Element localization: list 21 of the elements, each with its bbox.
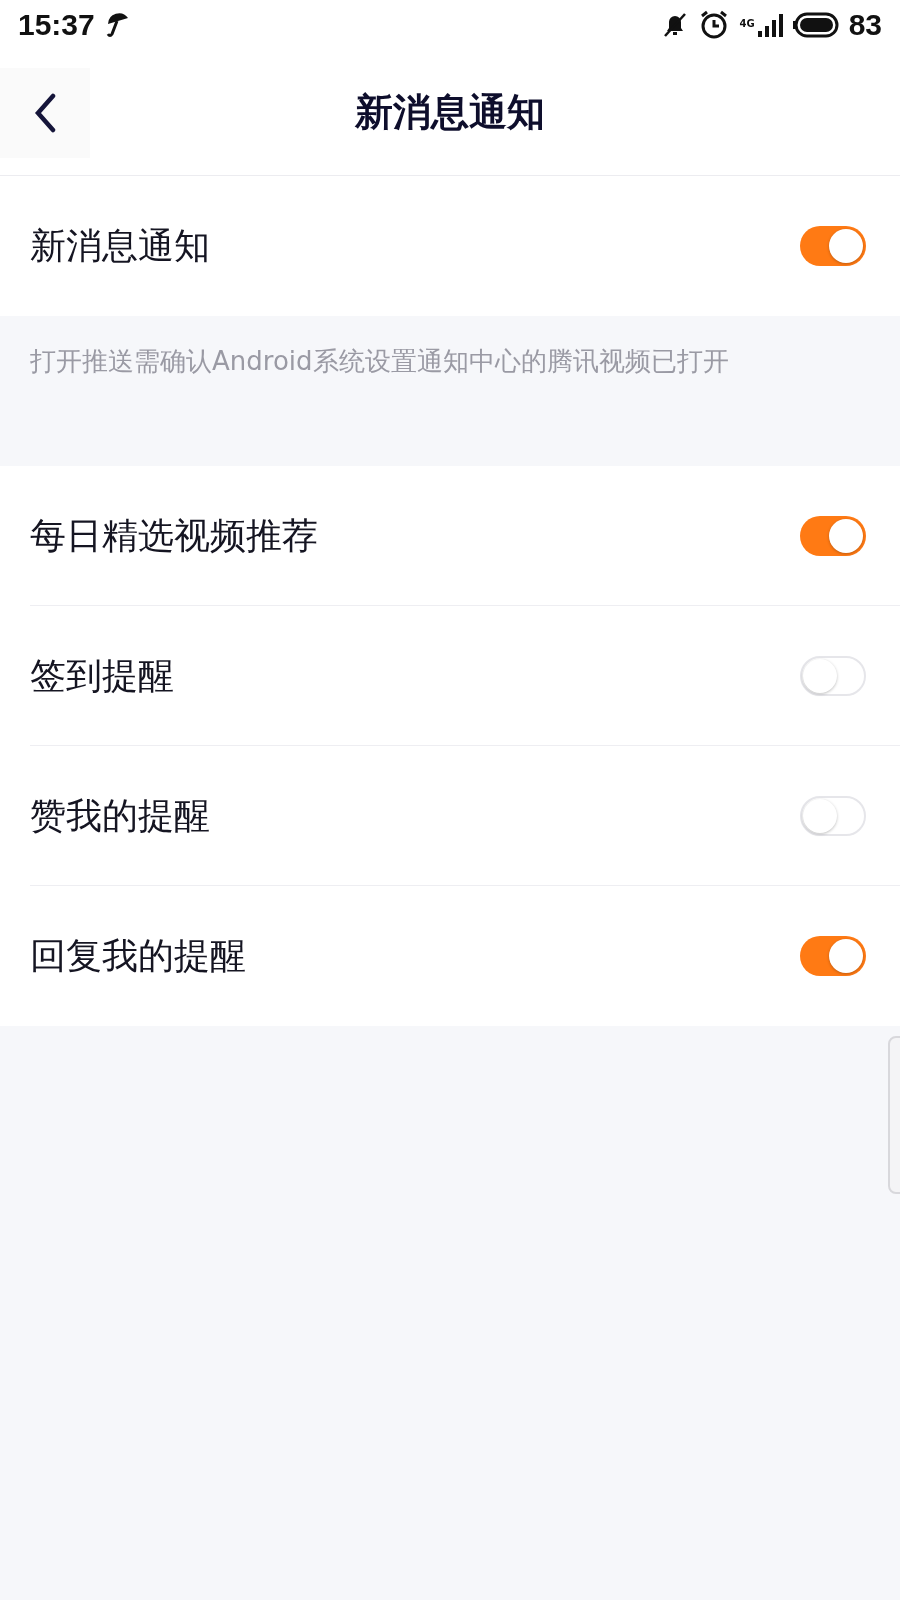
alarm-icon	[699, 10, 730, 40]
setting-label: 赞我的提醒	[30, 793, 210, 838]
toggle-switch[interactable]	[800, 936, 866, 976]
setting-label: 新消息通知	[30, 223, 210, 268]
setting-label: 签到提醒	[30, 653, 174, 698]
setting-label: 回复我的提醒	[30, 933, 246, 978]
battery-level: 83	[848, 8, 882, 42]
page-title: 新消息通知	[355, 89, 545, 136]
setting-label: 每日精选视频推荐	[30, 513, 318, 558]
back-button[interactable]	[0, 68, 90, 158]
hint-text: 打开推送需确认Android系统设置通知中心的腾讯视频已打开	[29, 345, 730, 378]
network-type: 4G	[739, 18, 755, 29]
signal-icon	[756, 12, 783, 38]
toggle-switch[interactable]	[800, 796, 866, 836]
umbrella-icon	[104, 12, 131, 38]
battery-icon	[792, 12, 839, 38]
back-icon	[33, 93, 57, 133]
toggle-switch[interactable]	[800, 226, 866, 266]
toggle-switch[interactable]	[800, 656, 866, 696]
toggle-switch[interactable]	[800, 516, 866, 556]
status-time: 15:37	[18, 8, 95, 42]
